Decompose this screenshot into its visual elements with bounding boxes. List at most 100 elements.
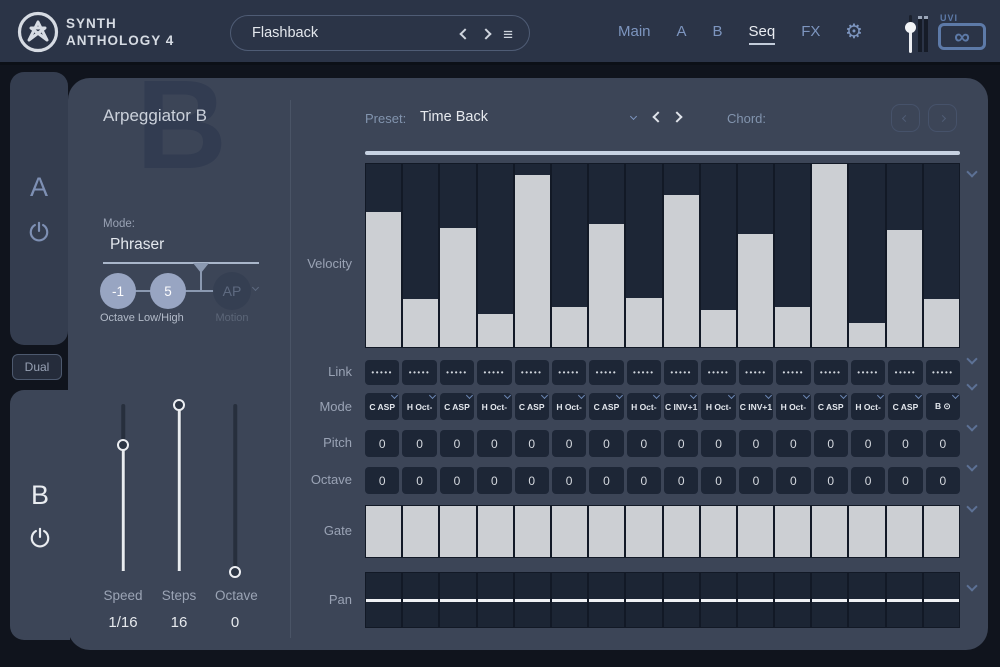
mode-step-cell[interactable]: C INV+1 — [739, 393, 773, 420]
octave-value[interactable]: 0 — [215, 614, 255, 631]
link-step-cell[interactable]: ••••• — [701, 360, 735, 385]
step-position-bar[interactable] — [365, 151, 960, 155]
octave-step-cell[interactable]: 0 — [552, 467, 586, 494]
octave-step-cell[interactable]: 0 — [776, 467, 810, 494]
link-step-cell[interactable]: ••••• — [402, 360, 436, 385]
pitch-step-cell[interactable]: 0 — [627, 430, 661, 457]
link-step-cell[interactable]: ••••• — [926, 360, 960, 385]
mode-row[interactable]: C ASPH Oct-C ASPH Oct-C ASPH Oct-C ASPH … — [365, 393, 960, 420]
velocity-step[interactable] — [403, 164, 438, 347]
pan-step-cell[interactable] — [849, 573, 884, 627]
link-step-cell[interactable]: ••••• — [814, 360, 848, 385]
arp-mode-dropdown[interactable]: Phraser — [110, 236, 164, 254]
pitch-step-cell[interactable]: 0 — [776, 430, 810, 457]
pan-step-cell[interactable] — [515, 573, 550, 627]
gate-step-cell[interactable] — [701, 506, 736, 557]
mode-step-cell[interactable]: H Oct- — [402, 393, 436, 420]
nav-tab-a[interactable]: A — [677, 23, 687, 40]
link-step-cell[interactable]: ••••• — [440, 360, 474, 385]
pan-step-cell[interactable] — [589, 573, 624, 627]
mode-step-cell[interactable]: C ASP — [440, 393, 474, 420]
pan-step-cell[interactable] — [626, 573, 661, 627]
velocity-step[interactable] — [775, 164, 810, 347]
mode-step-cell[interactable]: C ASP — [589, 393, 623, 420]
link-step-cell[interactable]: ••••• — [627, 360, 661, 385]
mode-step-cell[interactable]: C ASP — [515, 393, 549, 420]
octave-step-cell[interactable]: 0 — [477, 467, 511, 494]
layer-b-tab[interactable]: B — [10, 390, 70, 640]
link-step-cell[interactable]: ••••• — [739, 360, 773, 385]
steps-slider[interactable]: Steps 16 — [159, 404, 199, 644]
octave-low-knob[interactable]: -1 — [100, 273, 136, 309]
octave-step-cell[interactable]: 0 — [589, 467, 623, 494]
octave-step-cell[interactable]: 0 — [515, 467, 549, 494]
nav-tab-b[interactable]: B — [713, 23, 723, 40]
velocity-step[interactable] — [924, 164, 959, 347]
pitch-step-cell[interactable]: 0 — [888, 430, 922, 457]
octave-step-cell[interactable]: 0 — [365, 467, 399, 494]
octave-step-cell[interactable]: 0 — [814, 467, 848, 494]
mode-step-cell[interactable]: C ASP — [814, 393, 848, 420]
pitch-row[interactable]: 0000000000000000 — [365, 430, 960, 457]
velocity-step[interactable] — [515, 164, 550, 347]
pitch-step-cell[interactable]: 0 — [664, 430, 698, 457]
octave-step-cell[interactable]: 0 — [888, 467, 922, 494]
link-row[interactable]: ••••••••••••••••••••••••••••••••••••••••… — [365, 360, 960, 385]
gate-step-cell[interactable] — [775, 506, 810, 557]
mode-step-cell[interactable]: B ⊙ — [926, 393, 960, 420]
gate-step-cell[interactable] — [366, 506, 401, 557]
octave-step-cell[interactable]: 0 — [664, 467, 698, 494]
gate-step-cell[interactable] — [440, 506, 475, 557]
octave-step-cell[interactable]: 0 — [851, 467, 885, 494]
pan-step-cell[interactable] — [924, 573, 959, 627]
pitch-step-cell[interactable]: 0 — [365, 430, 399, 457]
link-step-cell[interactable]: ••••• — [888, 360, 922, 385]
pitch-step-cell[interactable]: 0 — [440, 430, 474, 457]
pitch-step-cell[interactable]: 0 — [739, 430, 773, 457]
gate-step-cell[interactable] — [552, 506, 587, 557]
mode-step-cell[interactable]: C INV+1 — [664, 393, 698, 420]
pan-step-cell[interactable] — [701, 573, 736, 627]
octave-step-cell[interactable]: 0 — [701, 467, 735, 494]
velocity-step[interactable] — [738, 164, 773, 347]
gate-step-cell[interactable] — [515, 506, 550, 557]
gate-step-cell[interactable] — [478, 506, 513, 557]
slider-knob[interactable] — [229, 566, 241, 578]
pitch-step-cell[interactable]: 0 — [926, 430, 960, 457]
slider-knob[interactable] — [173, 399, 185, 411]
steps-value[interactable]: 16 — [159, 614, 199, 631]
gate-step-cell[interactable] — [626, 506, 661, 557]
mode-step-cell[interactable]: H Oct- — [552, 393, 586, 420]
pitch-step-cell[interactable]: 0 — [589, 430, 623, 457]
mode-step-cell[interactable]: H Oct- — [477, 393, 511, 420]
velocity-step[interactable] — [849, 164, 884, 347]
layer-b-power-icon[interactable] — [27, 525, 53, 551]
octave-step-cell[interactable]: 0 — [627, 467, 661, 494]
pitch-step-cell[interactable]: 0 — [851, 430, 885, 457]
velocity-step[interactable] — [366, 164, 401, 347]
velocity-step[interactable] — [701, 164, 736, 347]
gate-step-cell[interactable] — [589, 506, 624, 557]
velocity-step[interactable] — [812, 164, 847, 347]
gate-step-cell[interactable] — [738, 506, 773, 557]
pan-step-cell[interactable] — [664, 573, 699, 627]
preset-next-icon[interactable] — [480, 28, 491, 39]
octave-slider[interactable]: Octave 0 — [215, 404, 255, 644]
link-step-cell[interactable]: ••••• — [589, 360, 623, 385]
pitch-step-cell[interactable]: 0 — [814, 430, 848, 457]
octave-step-cell[interactable]: 0 — [402, 467, 436, 494]
slider-knob[interactable] — [117, 439, 129, 451]
octave-step-cell[interactable]: 0 — [739, 467, 773, 494]
pan-step-cell[interactable] — [552, 573, 587, 627]
gate-step-cell[interactable] — [849, 506, 884, 557]
mode-step-cell[interactable]: C ASP — [888, 393, 922, 420]
velocity-step[interactable] — [440, 164, 475, 347]
motion-knob[interactable]: AP — [213, 272, 251, 310]
chord-prev-button[interactable] — [891, 104, 920, 132]
preset-prev-icon[interactable] — [459, 28, 470, 39]
mode-step-cell[interactable]: H Oct- — [627, 393, 661, 420]
pan-step-cell[interactable] — [738, 573, 773, 627]
link-step-cell[interactable]: ••••• — [851, 360, 885, 385]
speed-value[interactable]: 1/16 — [103, 614, 143, 631]
octave-high-knob[interactable]: 5 — [150, 273, 186, 309]
